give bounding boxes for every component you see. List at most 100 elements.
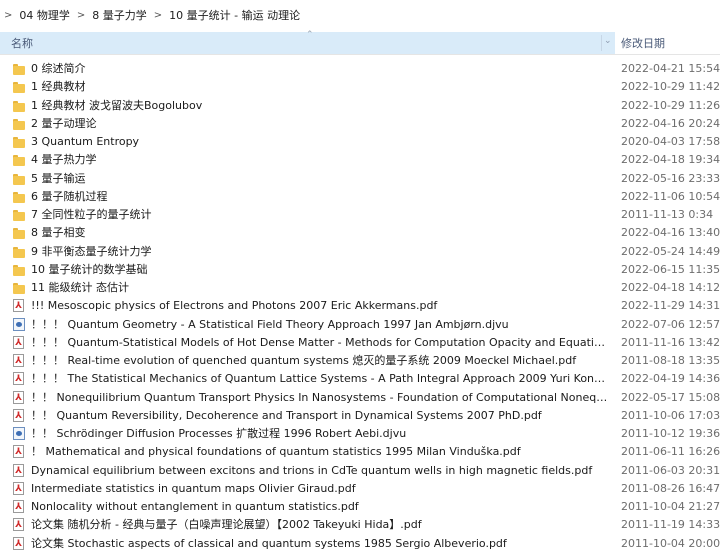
file-name: 6 量子随机过程	[31, 189, 108, 203]
file-row[interactable]: ⅄ ！！ Quantum Reversibility, Decoherence a…	[0, 407, 720, 425]
file-row[interactable]: 3 Quantum Entropy 2020-04-03 17:58	[0, 133, 720, 151]
pdf-file-icon: ⅄	[13, 408, 26, 422]
file-modified-date: 2022-04-16 20:24	[621, 116, 720, 130]
column-header-name-label: 名称	[11, 37, 33, 50]
file-name: ！！！ The Statistical Mechanics of Quantum…	[31, 372, 609, 386]
folder-icon	[13, 191, 26, 203]
file-name: Dynamical equilibrium between excitons a…	[31, 463, 593, 477]
file-modified-date: 2022-06-15 11:35	[621, 262, 720, 276]
file-modified-date: 2022-04-16 13:40	[621, 226, 720, 240]
file-modified-date: 2011-11-19 14:33	[621, 518, 720, 532]
file-name: 2 量子动理论	[31, 116, 97, 130]
file-name: 4 量子热力学	[31, 153, 97, 167]
file-modified-date: 2011-10-06 17:03	[621, 408, 720, 422]
file-modified-date: 2011-08-18 13:35	[621, 354, 720, 367]
breadcrumb: > 04 物理学 > 8 量子力学 > 10 量子统计 - 输运 动理论	[0, 0, 720, 30]
file-row[interactable]: 6 量子随机过程 2022-11-06 10:54	[0, 188, 720, 206]
pdf-file-icon: ⅄	[13, 445, 26, 459]
file-modified-date: 2022-05-16 23:33	[621, 171, 720, 185]
folder-icon	[13, 100, 26, 112]
file-name: 论文集 随机分析 - 经典与量子（白噪声理论展望）【2002 Takeyuki …	[31, 518, 422, 532]
breadcrumb-item-quantum-mechanics[interactable]: 8 量子力学	[92, 7, 147, 23]
file-row[interactable]: 9 非平衡态量子统计力学 2022-05-24 14:49	[0, 243, 720, 261]
file-row[interactable]: ⅄ ！！ Nonequilibrium Quantum Transport Phy…	[0, 389, 720, 407]
folder-icon	[13, 118, 26, 130]
file-row[interactable]: ⅄ ！！！ Real-time evolution of quenched qua…	[0, 352, 720, 370]
pdf-file-icon: ⅄	[13, 372, 26, 386]
file-row[interactable]: 11 能级统计 态估计 2022-04-18 14:12	[0, 279, 720, 297]
file-modified-date: 2011-10-12 19:36	[621, 427, 720, 440]
folder-icon	[13, 264, 26, 276]
file-row[interactable]: ⅄ 论文集 随机分析 - 经典与量子（白噪声理论展望）【2002 Takeyuki…	[0, 516, 720, 534]
file-row[interactable]: ⅄ ！！！ The Statistical Mechanics of Quantu…	[0, 370, 720, 388]
file-modified-date: 2022-05-24 14:49	[621, 244, 720, 258]
file-modified-date: 2022-10-29 11:26	[621, 98, 720, 112]
folder-icon	[13, 227, 26, 240]
file-modified-date: 2020-04-03 17:58	[621, 135, 720, 148]
file-row[interactable]: 4 量子热力学 2022-04-18 19:34	[0, 151, 720, 169]
pdf-file-icon: ⅄	[13, 518, 26, 532]
file-row[interactable]: ⅄ Intermediate statistics in quantum maps…	[0, 480, 720, 498]
file-modified-date: 2011-11-13 0:34	[621, 208, 714, 221]
file-modified-date: 2011-06-03 20:31	[621, 463, 720, 477]
chevron-down-icon[interactable]: ⌄	[604, 36, 612, 46]
file-modified-date: 2022-11-06 10:54	[621, 189, 720, 203]
column-header: 名称 ⌃ ⌄ 修改日期	[0, 30, 720, 55]
file-modified-date: 2011-10-04 21:27	[621, 500, 720, 513]
sort-ascending-icon: ⌃	[306, 30, 314, 40]
file-modified-date: 2011-08-26 16:47	[621, 481, 720, 495]
file-row[interactable]: ！！ Schrödinger Diffusion Processes 扩散过程 …	[0, 425, 720, 443]
file-row[interactable]: ⅄ ！！！ Quantum-Statistical Models of Hot D…	[0, 334, 720, 352]
file-row[interactable]: 2 量子动理论 2022-04-16 20:24	[0, 115, 720, 133]
file-row[interactable]: 8 量子相变 2022-04-16 13:40	[0, 224, 720, 242]
file-name: 8 量子相变	[31, 226, 86, 240]
column-header-date[interactable]: 修改日期	[616, 32, 720, 54]
file-row[interactable]: ⅄ Dynamical equilibrium between excitons …	[0, 462, 720, 480]
pdf-file-icon: ⅄	[13, 335, 26, 349]
file-name: 3 Quantum Entropy	[31, 135, 140, 148]
chevron-right-icon[interactable]: >	[154, 10, 162, 21]
folder-icon	[13, 63, 26, 75]
folder-icon	[13, 282, 26, 294]
column-header-name[interactable]: 名称 ⌃ ⌄	[0, 30, 615, 54]
file-modified-date: 2022-07-06 12:57	[621, 317, 720, 331]
file-name: ！！！ Quantum-Statistical Models of Hot De…	[31, 335, 609, 349]
file-modified-date: 2022-04-19 14:36	[621, 372, 720, 386]
file-name: 5 量子输运	[31, 171, 86, 185]
file-name: ！！！ Real-time evolution of quenched quan…	[31, 354, 577, 367]
file-name: 10 量子统计的数学基础	[31, 262, 148, 276]
file-modified-date: 2022-04-18 14:12	[621, 281, 720, 294]
file-row[interactable]: 0 综述简介 2022-04-21 15:54	[0, 60, 720, 78]
file-row[interactable]: ⅄ 论文集 Stochastic aspects of classical and…	[0, 535, 720, 553]
file-name: ！！ Quantum Reversibility, Decoherence an…	[31, 408, 542, 422]
pdf-file-icon: ⅄	[13, 536, 26, 550]
file-name: 11 能级统计 态估计	[31, 281, 129, 294]
file-name: 论文集 Stochastic aspects of classical and …	[31, 536, 507, 550]
djvu-file-icon	[13, 427, 26, 440]
file-row[interactable]: 10 量子统计的数学基础 2022-06-15 11:35	[0, 261, 720, 279]
file-name: ！ Mathematical and physical foundations …	[31, 445, 521, 459]
file-row[interactable]: 1 经典教材 2022-10-29 11:42	[0, 78, 720, 96]
file-row[interactable]: ！！！ Quantum Geometry - A Statistical Fie…	[0, 316, 720, 334]
column-divider[interactable]	[601, 35, 602, 51]
file-name: 7 全同性粒子的量子统计	[31, 208, 152, 221]
file-modified-date: 2022-04-18 19:34	[621, 153, 720, 167]
pdf-file-icon: ⅄	[13, 354, 26, 367]
file-name: Nonlocality without entanglement in quan…	[31, 500, 359, 513]
file-row[interactable]: 7 全同性粒子的量子统计 2011-11-13 0:34	[0, 206, 720, 224]
breadcrumb-item-physics[interactable]: 04 物理学	[19, 7, 70, 23]
folder-icon	[13, 173, 26, 185]
pdf-file-icon: ⅄	[13, 500, 26, 513]
file-row[interactable]: ⅄ !!! Mesoscopic physics of Electrons and…	[0, 297, 720, 315]
file-modified-date: 2022-04-21 15:54	[621, 62, 720, 75]
chevron-right-icon[interactable]: >	[4, 10, 12, 21]
file-row[interactable]: ⅄ ！ Mathematical and physical foundations…	[0, 443, 720, 461]
chevron-right-icon[interactable]: >	[77, 10, 85, 21]
file-name: 1 经典教材 波戈留波夫Bogolubov	[31, 98, 203, 112]
file-name: 9 非平衡态量子统计力学	[31, 244, 152, 258]
file-row[interactable]: 1 经典教材 波戈留波夫Bogolubov 2022-10-29 11:26	[0, 97, 720, 115]
breadcrumb-item-quantum-statistics[interactable]: 10 量子统计 - 输运 动理论	[169, 7, 300, 23]
file-row[interactable]: ⅄ Nonlocality without entanglement in qua…	[0, 498, 720, 516]
file-row[interactable]: 5 量子输运 2022-05-16 23:33	[0, 170, 720, 188]
file-name: ！！ Nonequilibrium Quantum Transport Phys…	[31, 390, 609, 404]
